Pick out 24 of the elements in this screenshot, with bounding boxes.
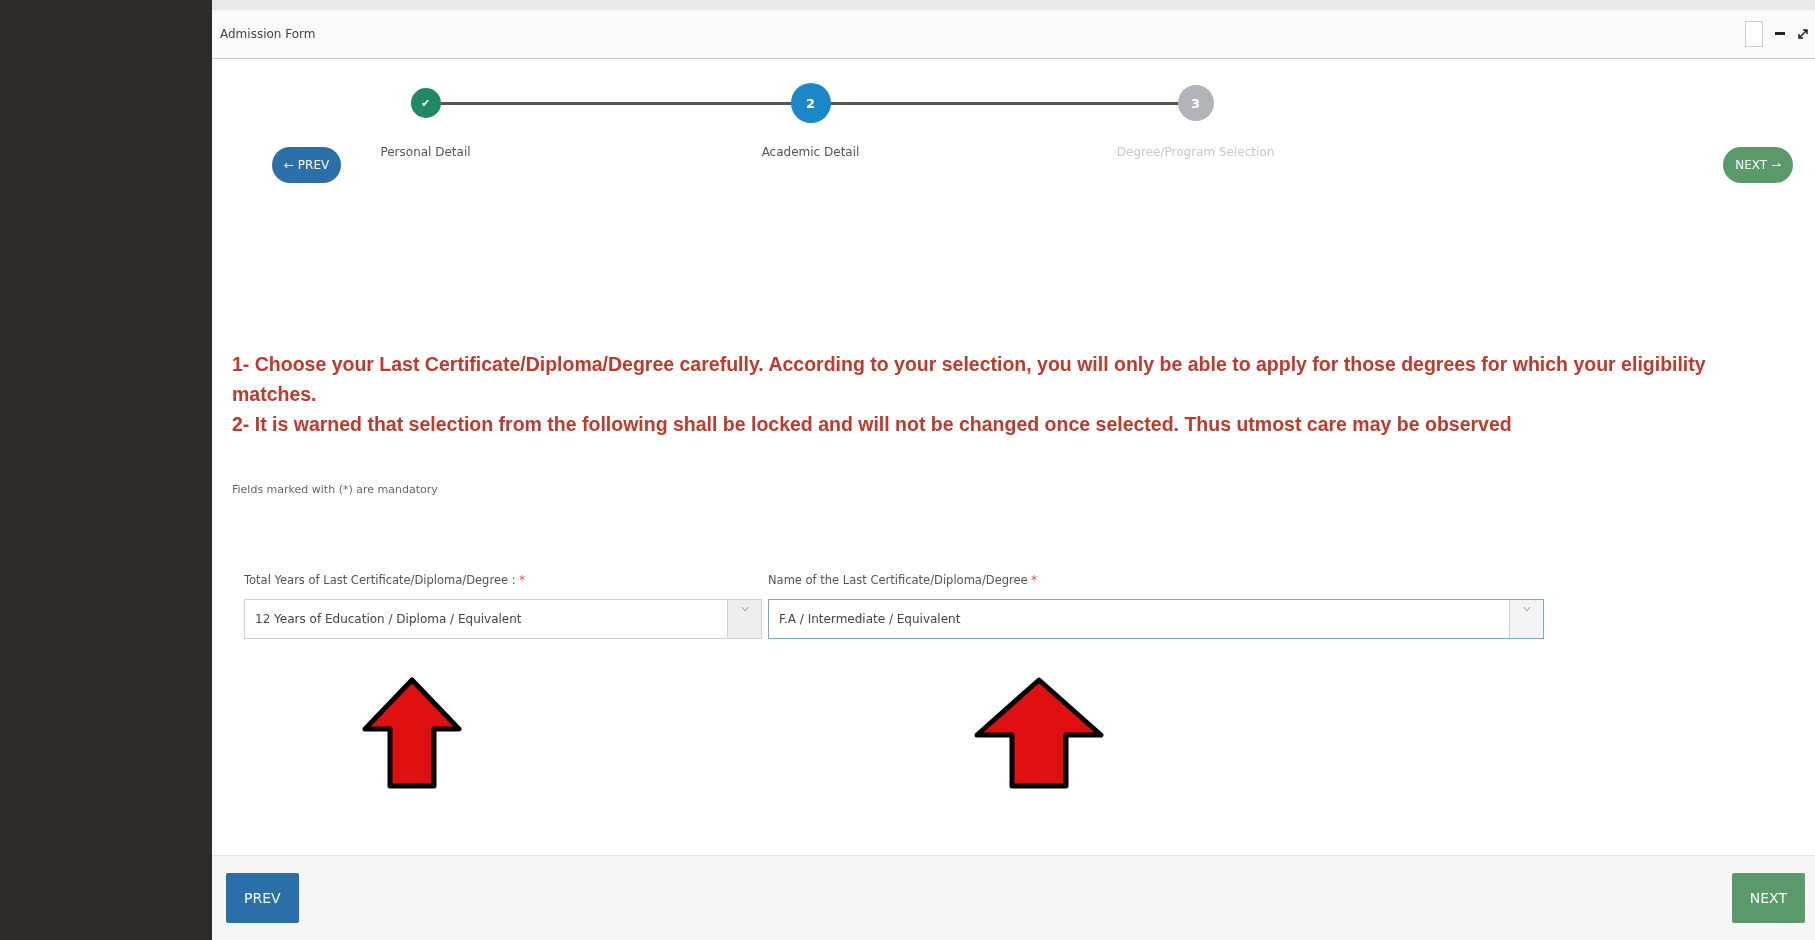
field-label: Name of the Last Certificate/Diploma/Degree * <box>768 573 1039 587</box>
checkbox-icon[interactable] <box>1745 21 1763 47</box>
step-circle: ✔ <box>410 88 441 118</box>
next-button[interactable]: NEXT <box>1731 873 1805 923</box>
step-circle: 3 <box>1177 85 1214 121</box>
up-arrow-icon <box>362 677 462 789</box>
select-field[interactable]: 12 Years of Education / Diploma / Equivalent <box>244 599 762 639</box>
select-field[interactable]: F.A / Intermediate / Equivalent <box>768 599 1544 639</box>
expand-icon[interactable] <box>1797 28 1809 40</box>
prev-button[interactable]: PREV <box>226 873 299 923</box>
minimize-icon[interactable] <box>1775 32 1785 36</box>
caret-icon <box>740 606 749 612</box>
step-label: Academic Detail <box>761 145 860 159</box>
next-button[interactable]: NEXT ⇀ <box>1723 147 1793 183</box>
up-arrow-icon <box>974 677 1104 789</box>
caret-icon <box>1522 606 1531 612</box>
prev-button[interactable]: ← PREV <box>272 147 342 183</box>
field-label: Total Years of Last Certificate/Diploma/Degree : * <box>244 573 526 587</box>
step-circle: 2 <box>790 83 831 123</box>
window-title: Admission Form <box>220 27 316 41</box>
warning-text: 2- It is warned that selection from the following shall be locked and will not be changed once selected. Thus utmost care may be observed <box>232 412 1513 437</box>
step-label: Personal Detail <box>380 145 471 159</box>
mandatory-note: Fields marked with (*) are mandatory <box>232 483 439 496</box>
warning-text: 1- Choose your Last Certificate/Diploma/Degree carefully. According to your selection, you will only be able to apply for those degrees for which your eligibility matches. <box>232 352 1707 407</box>
